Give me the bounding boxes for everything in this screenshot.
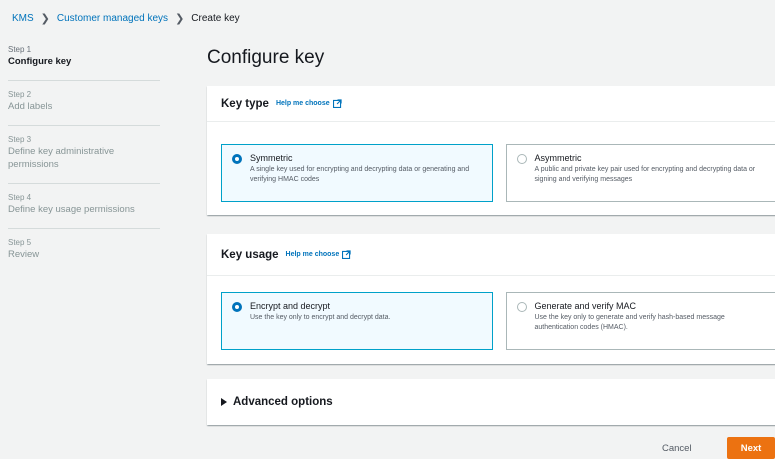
chevron-right-icon: ❯ — [175, 12, 185, 25]
external-link-icon — [342, 250, 351, 259]
step-number: Step 5 — [8, 238, 32, 247]
next-button[interactable]: Next — [727, 437, 775, 459]
radio-unselected[interactable] — [516, 302, 527, 312]
help-me-choose-link[interactable]: Help me choose — [276, 99, 342, 108]
step-number: Step 2 — [8, 90, 32, 99]
wizard-steps: Step 1 Configure key Step 2 Add labels S… — [8, 44, 168, 273]
step-title: Define key usage permissions — [8, 204, 135, 215]
chevron-right-icon: ❯ — [40, 12, 50, 25]
panel-header: Key usage Help me choose — [207, 234, 775, 276]
advanced-options-panel: Advanced options — [207, 379, 775, 425]
step-number: Step 4 — [8, 193, 32, 202]
key-type-panel: Key type Help me choose Symmetric A sing… — [207, 86, 775, 215]
option-title: Encrypt and decrypt — [250, 301, 331, 311]
step-title: Define key administrative permissions — [8, 146, 115, 170]
encrypt-decrypt-option[interactable]: Encrypt and decrypt Use the key only to … — [221, 292, 493, 350]
step-number: Step 1 — [8, 45, 32, 54]
step-title: Configure key — [8, 56, 72, 67]
option-description: Use the key only to encrypt and decrypt … — [250, 314, 391, 321]
step-5: Step 5 Review — [8, 237, 168, 261]
help-me-choose-link[interactable]: Help me choose — [286, 250, 352, 259]
step-number: Step 3 — [8, 135, 32, 144]
help-link-label: Help me choose — [285, 251, 340, 258]
page-title: Configure key — [207, 47, 325, 68]
breadcrumb-kms-link[interactable]: KMS — [12, 13, 34, 24]
breadcrumb: KMS ❯ Customer managed keys ❯ Create key — [12, 10, 240, 26]
key-type-heading: Key type — [221, 97, 269, 110]
symmetric-option[interactable]: Symmetric A single key used for encrypti… — [221, 144, 493, 202]
advanced-options-label: Advanced options — [233, 396, 333, 408]
option-description: A single key used for encrypting and dec… — [250, 166, 470, 183]
step-4: Step 4 Define key usage permissions — [8, 192, 168, 216]
step-title: Add labels — [8, 101, 53, 112]
divider — [8, 183, 160, 184]
asymmetric-option[interactable]: Asymmetric A public and private key pair… — [505, 144, 775, 202]
key-type-options: Symmetric A single key used for encrypti… — [207, 144, 775, 202]
advanced-options-toggle[interactable]: Advanced options — [207, 379, 775, 425]
radio-unselected[interactable] — [516, 154, 527, 164]
divider — [8, 80, 160, 81]
breadcrumb-customer-managed-keys-link[interactable]: Customer managed keys — [57, 13, 168, 24]
step-title: Review — [8, 249, 40, 260]
caret-right-icon — [221, 398, 227, 406]
help-link-label: Help me choose — [275, 100, 330, 107]
option-description: Use the key only to generate and verify … — [534, 314, 725, 331]
breadcrumb-current: Create key — [191, 12, 240, 24]
cancel-button[interactable]: Cancel — [662, 443, 692, 454]
generate-verify-mac-option[interactable]: Generate and verify MAC Use the key only… — [505, 292, 775, 350]
radio-selected[interactable] — [232, 302, 242, 312]
external-link-icon — [332, 99, 342, 108]
divider — [8, 125, 160, 126]
key-usage-panel: Key usage Help me choose Encrypt and dec… — [207, 234, 775, 364]
divider — [8, 228, 160, 229]
option-title: Generate and verify MAC — [534, 301, 637, 311]
option-title: Symmetric — [250, 153, 293, 163]
key-usage-heading: Key usage — [221, 248, 279, 261]
panel-header: Key type Help me choose — [207, 86, 775, 122]
step-1: Step 1 Configure key — [8, 44, 168, 68]
step-3: Step 3 Define key administrative permiss… — [8, 134, 168, 171]
option-description: A public and private key pair used for e… — [534, 166, 756, 183]
key-usage-options: Encrypt and decrypt Use the key only to … — [207, 292, 775, 350]
step-2: Step 2 Add labels — [8, 89, 168, 113]
radio-selected[interactable] — [232, 154, 242, 164]
option-title: Asymmetric — [534, 153, 582, 163]
